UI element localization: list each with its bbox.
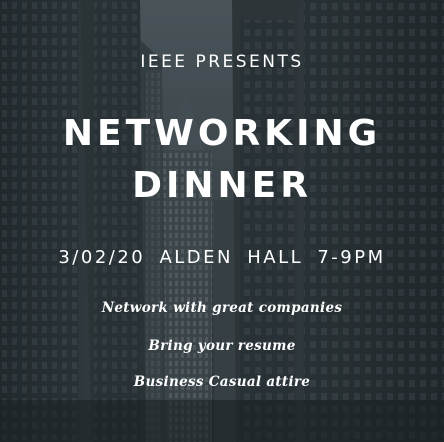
presenter-text: IEEE PRESENTS bbox=[140, 52, 304, 72]
title-line-2: DINNER bbox=[132, 165, 312, 206]
event-poster: IEEE PRESENTS NETWORKING DINNER 3/02/20 … bbox=[0, 0, 444, 442]
title-line-1: NETWORKING bbox=[62, 113, 382, 154]
event-details: 3/02/20 ALDEN HALL 7-9PM bbox=[58, 247, 386, 268]
note-network: Network with great companies bbox=[101, 300, 343, 316]
note-attire: Business Casual attire bbox=[133, 374, 311, 390]
note-resume: Bring your resume bbox=[148, 338, 296, 354]
